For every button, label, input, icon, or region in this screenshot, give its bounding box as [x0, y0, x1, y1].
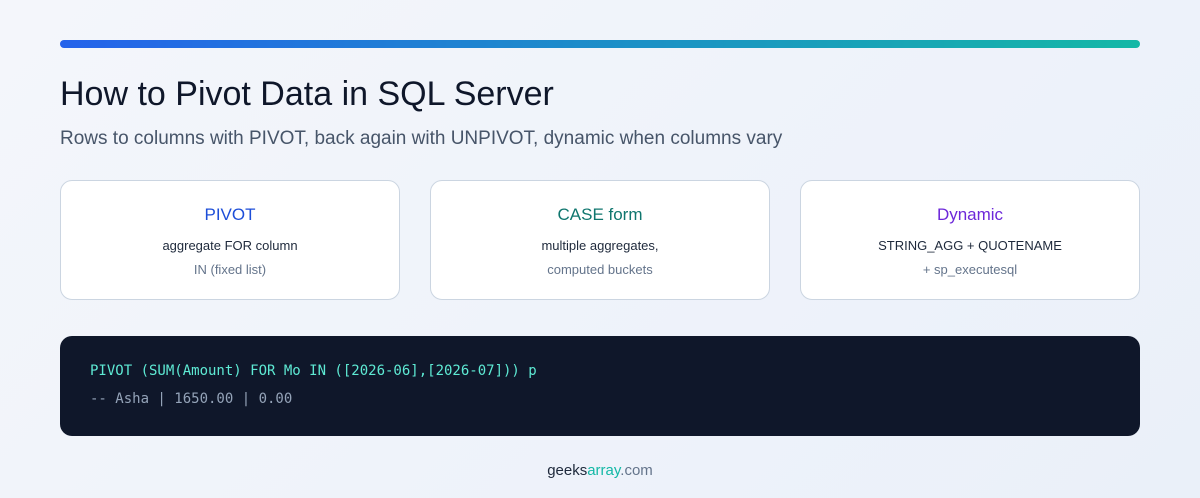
card-note: IN (fixed list) [193, 262, 267, 277]
brand-part-array: array [587, 462, 621, 479]
code-block: PIVOT (SUM(Amount) FOR Mo IN ([2026-06],… [60, 336, 1140, 436]
card-note: computed buckets [547, 262, 653, 277]
card-description: multiple aggregates, [541, 238, 659, 253]
card-description: STRING_AGG + QUOTENAME [878, 238, 1062, 253]
brand-part-domain: .com [620, 462, 653, 479]
concept-cards: PIVOT aggregate FOR column IN (fixed lis… [60, 180, 1140, 300]
card-dynamic: Dynamic STRING_AGG + QUOTENAME + sp_exec… [800, 180, 1140, 300]
brand-part-geeks: geeks [547, 462, 588, 479]
card-note: + sp_executesql [922, 262, 1018, 277]
footer-brand: geeksarray.com [0, 462, 1200, 480]
card-title: CASE form [557, 205, 643, 224]
code-line: PIVOT (SUM(Amount) FOR Mo IN ([2026-06],… [90, 363, 537, 379]
card-description: aggregate FOR column [162, 238, 298, 253]
code-comment: -- Asha | 1650.00 | 0.00 [90, 391, 293, 407]
card-title: Dynamic [936, 205, 1004, 224]
accent-bar [60, 40, 1140, 48]
page-subtitle: Rows to columns with PIVOT, back again w… [60, 128, 783, 149]
card-title: PIVOT [204, 205, 256, 224]
page-title: How to Pivot Data in SQL Server [60, 75, 554, 113]
card-case-form: CASE form multiple aggregates, computed … [430, 180, 770, 300]
card-pivot: PIVOT aggregate FOR column IN (fixed lis… [60, 180, 400, 300]
